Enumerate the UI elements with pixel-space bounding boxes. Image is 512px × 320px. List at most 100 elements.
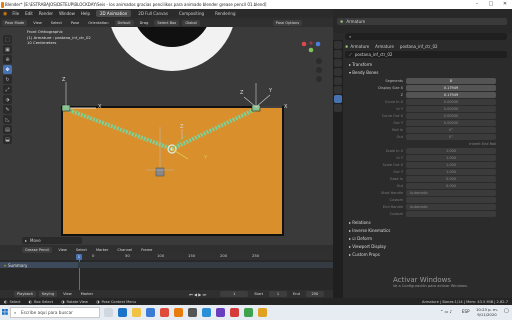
timeline[interactable]: 0 50 100 150 200 250 1 ▾ Summary: [0, 253, 333, 290]
property-value-field[interactable]: 0.00000: [406, 98, 496, 105]
app-icon[interactable]: [258, 308, 267, 317]
edge-icon[interactable]: [118, 308, 127, 317]
select-menu[interactable]: Select: [48, 20, 65, 26]
file-explorer-icon[interactable]: [132, 308, 141, 317]
start-field[interactable]: 1: [269, 291, 288, 297]
pose-menu[interactable]: Pose: [68, 20, 82, 26]
dopesheet-mode-dropdown[interactable]: Grease Pencil: [22, 246, 53, 253]
section-transform[interactable]: ▸ Transform: [343, 61, 511, 69]
bone-tab-icon[interactable]: [334, 95, 342, 103]
property-value-field[interactable]: 0.00000: [406, 112, 496, 119]
outliner-item-armature[interactable]: ✱ Armature: [337, 18, 507, 25]
property-value-field[interactable]: [406, 196, 496, 203]
keyboard-language[interactable]: ESP: [462, 309, 469, 314]
property-value-field[interactable]: Inherit End Roll: [406, 141, 496, 147]
operator-panel[interactable]: ▸ Move: [22, 237, 82, 244]
playback-controls[interactable]: ⏮ ◀ ▶ ⏭: [189, 292, 206, 297]
end-field[interactable]: 250: [305, 291, 324, 297]
move-icon[interactable]: ✥: [3, 65, 12, 74]
transform-orientation-dropdown[interactable]: Global: [182, 19, 200, 26]
menu-file[interactable]: File: [12, 11, 19, 16]
tl-marker-menu[interactable]: Marker: [93, 247, 111, 253]
app-icon[interactable]: [188, 308, 197, 317]
property-value-field[interactable]: 0.17949: [406, 84, 496, 91]
nav-gizmo-z[interactable]: [315, 41, 321, 47]
menu-window[interactable]: Window: [59, 11, 75, 16]
object-origin-box[interactable]: [155, 167, 165, 177]
property-value-field[interactable]: 8: [406, 77, 496, 84]
close-button[interactable]: ✕: [498, 1, 512, 8]
properties-search[interactable]: ⌕: [345, 33, 507, 40]
transform-icon[interactable]: ⬗: [3, 95, 12, 104]
render-tab-icon[interactable]: [334, 50, 342, 58]
orientation-dropdown[interactable]: Default: [114, 19, 134, 26]
select-box-icon[interactable]: ▣: [3, 45, 12, 54]
bone-constraint-tab-icon[interactable]: [334, 104, 342, 112]
property-value-field[interactable]: 1.000: [406, 154, 496, 161]
property-value-field[interactable]: 0.00000: [406, 105, 496, 112]
tab-2d-full-canvas[interactable]: 2D Full Canvas: [134, 10, 172, 17]
summary-track[interactable]: [78, 262, 333, 268]
menu-help[interactable]: Help: [81, 11, 90, 16]
tl-footer-view-menu[interactable]: View: [60, 291, 75, 297]
tab-2d-animation[interactable]: 2D Animation: [95, 10, 132, 17]
zoom-button[interactable]: [316, 58, 322, 64]
menu-edit[interactable]: Edit: [25, 11, 33, 16]
blender-menu-icon[interactable]: ◉: [3, 11, 7, 17]
property-value-field[interactable]: Automatic: [406, 203, 496, 210]
taskbar-search-box[interactable]: ⌕ Escribe aquí para buscar: [10, 307, 100, 318]
pose-options-dropdown[interactable]: Pose Options: [272, 19, 303, 26]
3d-viewport[interactable]: Z X Z Y X Z Y ▸ Move: [0, 27, 333, 245]
tl-view-menu[interactable]: View: [55, 247, 70, 253]
section-custom-props[interactable]: ▸ Custom Props: [343, 251, 511, 259]
property-value-field[interactable]: 0.00000: [406, 119, 496, 126]
tl-select-menu[interactable]: Select: [73, 247, 90, 253]
frame-field[interactable]: 1: [220, 291, 249, 297]
windows-start-icon[interactable]: [2, 309, 8, 315]
property-value-field[interactable]: 0°: [406, 133, 496, 140]
playback-menu[interactable]: Playback: [14, 291, 37, 297]
maximize-button[interactable]: □: [484, 1, 498, 8]
rotate-icon[interactable]: ↻: [3, 75, 12, 84]
app-icon[interactable]: [244, 308, 253, 317]
object-tab-icon[interactable]: [334, 77, 342, 85]
select-box-dropdown[interactable]: Select Box: [154, 19, 180, 26]
notifications-icon[interactable]: ▢: [504, 308, 509, 314]
property-value-field[interactable]: 0°: [406, 126, 496, 133]
system-tray-icons[interactable]: ⌃ ▭ ♪: [440, 309, 452, 314]
property-value-field[interactable]: 1.000: [406, 168, 496, 175]
measure-icon[interactable]: ◺: [3, 115, 12, 124]
section-inverse-kinematics[interactable]: ▸ Inverse Kinematics: [343, 227, 511, 235]
photoshop-icon[interactable]: [202, 308, 211, 317]
section-viewport-display[interactable]: ▸ Viewport Display: [343, 243, 511, 251]
cursor-icon[interactable]: ⬚: [3, 35, 12, 44]
blender-taskbar-icon[interactable]: [174, 308, 183, 317]
store-icon[interactable]: [146, 308, 155, 317]
viewport-canvas[interactable]: [0, 27, 333, 245]
bone-roll-icon[interactable]: ▤: [3, 125, 12, 134]
output-tab-icon[interactable]: [334, 59, 342, 67]
property-value-field[interactable]: 0.17949: [406, 91, 496, 98]
frame-ruler[interactable]: [0, 254, 333, 260]
tl-footer-marker-menu[interactable]: Marker: [78, 291, 96, 297]
tl-frame-menu[interactable]: Frame: [138, 247, 155, 253]
tab-rendering[interactable]: Rendering: [211, 10, 239, 17]
relax-icon[interactable]: ⬓: [3, 135, 12, 144]
cursor3d-icon[interactable]: ⊕: [3, 55, 12, 64]
outliner[interactable]: ✱ Armature: [333, 9, 512, 33]
app-icon[interactable]: [230, 308, 239, 317]
property-value-field[interactable]: 1.000: [406, 147, 496, 154]
nav-gizmo-y[interactable]: [308, 47, 314, 53]
scale-icon[interactable]: ⤢: [3, 85, 12, 94]
view-menu[interactable]: View: [30, 20, 45, 26]
opera-icon[interactable]: [160, 308, 169, 317]
app-icon[interactable]: [216, 308, 225, 317]
section-deform[interactable]: ▸ ☑ Deform: [343, 235, 511, 243]
camera-button[interactable]: [316, 76, 322, 82]
bone-name-field[interactable]: ⟋ postana_inf_ctr_02: [345, 51, 507, 58]
property-value-field[interactable]: [406, 210, 496, 217]
property-value-field[interactable]: 0.000: [406, 175, 496, 182]
nav-gizmo-x[interactable]: [301, 41, 307, 47]
property-value-field[interactable]: 1.000: [406, 161, 496, 168]
scene-tab-icon[interactable]: [334, 68, 342, 76]
